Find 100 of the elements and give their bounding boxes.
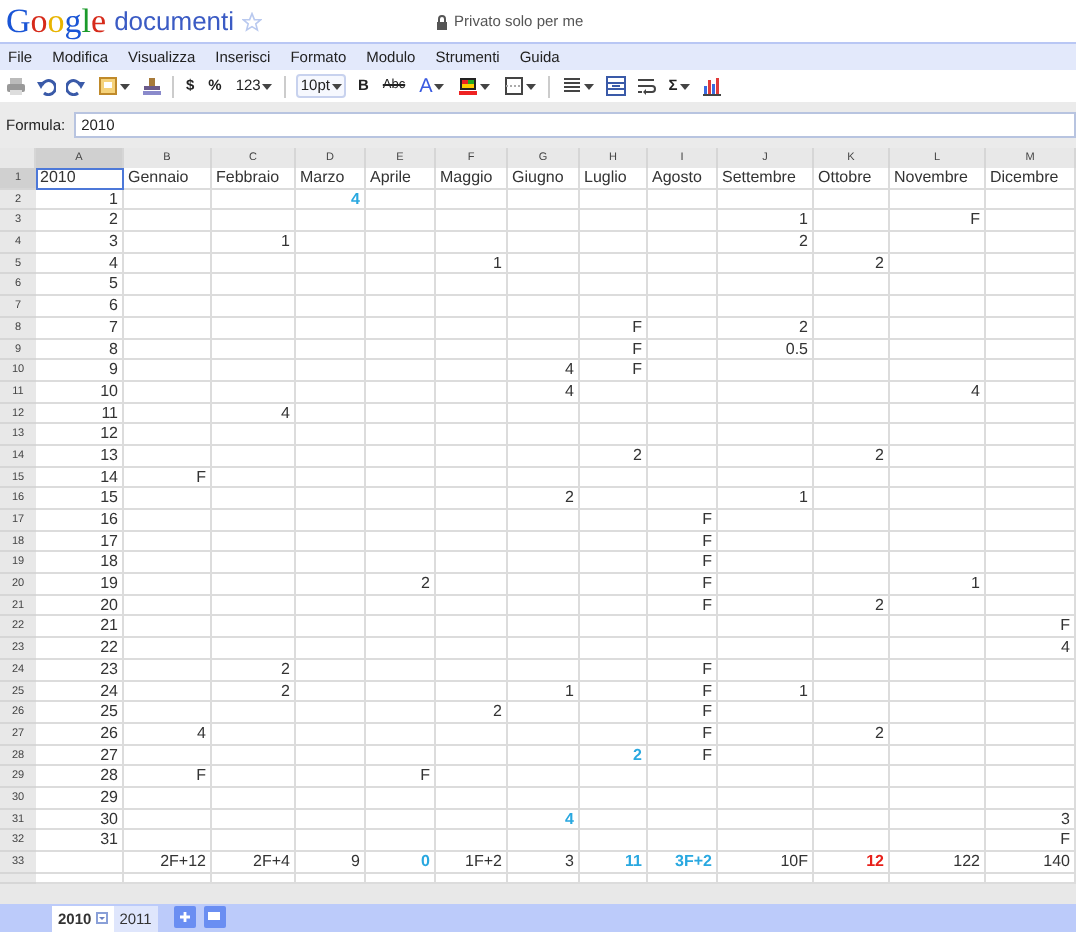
table-cell bbox=[366, 745, 436, 767]
table-cell bbox=[986, 445, 1076, 468]
table-cell: 12 bbox=[814, 852, 890, 874]
table-cell bbox=[814, 210, 890, 233]
table-cell bbox=[296, 595, 366, 617]
table-cell: 4 bbox=[508, 381, 580, 404]
table-cell: F bbox=[366, 766, 436, 788]
borders-icon[interactable] bbox=[504, 76, 525, 96]
table-cell bbox=[212, 787, 296, 810]
table-cell bbox=[580, 595, 648, 617]
table-cell bbox=[580, 253, 648, 275]
table-cell bbox=[814, 339, 890, 361]
table-cell bbox=[986, 488, 1076, 510]
product-name: documenti bbox=[114, 3, 235, 40]
table-cell bbox=[508, 745, 580, 767]
table-cell bbox=[580, 638, 648, 660]
redo-icon[interactable] bbox=[66, 76, 86, 96]
table-cell: F bbox=[648, 745, 718, 767]
table-cell bbox=[436, 787, 508, 810]
table-cell bbox=[814, 189, 890, 211]
table-cell bbox=[580, 403, 648, 425]
table-cell bbox=[436, 766, 508, 788]
caret-icon[interactable] bbox=[679, 83, 690, 89]
clear-format-icon[interactable] bbox=[142, 76, 162, 96]
table-cell bbox=[508, 210, 580, 233]
sheet-list-button[interactable] bbox=[203, 905, 226, 928]
table-cell: 2 bbox=[814, 723, 890, 746]
table-cell bbox=[296, 360, 366, 382]
table-cell bbox=[508, 638, 580, 660]
table-cell bbox=[124, 488, 212, 510]
table-cell bbox=[890, 616, 986, 639]
table-cell bbox=[890, 745, 986, 767]
table-cell bbox=[580, 659, 648, 681]
table-cell bbox=[124, 232, 212, 254]
table-cell bbox=[124, 403, 212, 425]
caret-icon[interactable] bbox=[434, 83, 445, 89]
table-cell bbox=[366, 809, 436, 831]
table-cell bbox=[124, 616, 212, 639]
table-cell bbox=[718, 809, 814, 831]
table-cell bbox=[366, 445, 436, 468]
table-cell bbox=[580, 488, 648, 510]
wrap-text-icon[interactable] bbox=[636, 76, 657, 96]
table-cell bbox=[718, 274, 814, 297]
table-cell bbox=[212, 723, 296, 746]
table-cell: Giugno bbox=[508, 168, 580, 190]
table-cell bbox=[366, 274, 436, 297]
table-cell bbox=[296, 531, 366, 553]
table-cell bbox=[986, 274, 1076, 297]
table-cell bbox=[436, 745, 508, 767]
table-cell bbox=[890, 531, 986, 553]
table-cell: 16 bbox=[36, 510, 124, 532]
table-cell bbox=[718, 360, 814, 382]
table-cell bbox=[814, 809, 890, 831]
table-cell bbox=[648, 339, 718, 361]
caret-icon[interactable] bbox=[584, 83, 595, 89]
table-cell bbox=[718, 445, 814, 468]
chart-icon[interactable] bbox=[701, 76, 722, 96]
table-cell bbox=[814, 403, 890, 425]
print-icon[interactable] bbox=[6, 76, 26, 96]
table-cell bbox=[814, 787, 890, 810]
caret-icon[interactable] bbox=[480, 83, 491, 89]
table-cell bbox=[124, 510, 212, 532]
fill-color-icon[interactable] bbox=[458, 76, 479, 96]
table-cell bbox=[580, 531, 648, 553]
table-cell bbox=[212, 638, 296, 660]
star-icon[interactable] bbox=[242, 11, 263, 31]
add-sheet-button[interactable] bbox=[173, 905, 196, 928]
text-color-button[interactable]: A bbox=[417, 74, 447, 98]
caret-icon[interactable] bbox=[526, 83, 537, 89]
table-cell bbox=[124, 681, 212, 703]
table-cell: 17 bbox=[36, 531, 124, 553]
table-cell bbox=[890, 467, 986, 489]
caret-icon[interactable] bbox=[120, 83, 130, 89]
undo-icon[interactable] bbox=[36, 76, 56, 96]
table-cell bbox=[124, 809, 212, 831]
table-cell bbox=[814, 681, 890, 703]
table-cell bbox=[212, 339, 296, 361]
dropdown-icon[interactable] bbox=[95, 912, 108, 925]
table-cell bbox=[648, 809, 718, 831]
table-cell bbox=[436, 296, 508, 318]
caret-icon[interactable] bbox=[262, 83, 273, 89]
merge-cells-icon[interactable] bbox=[606, 76, 627, 96]
table-cell bbox=[580, 809, 648, 831]
table-cell bbox=[814, 296, 890, 318]
table-cell bbox=[986, 702, 1076, 724]
table-cell bbox=[296, 787, 366, 810]
table-cell bbox=[212, 317, 296, 339]
table-cell: 0.5 bbox=[718, 339, 814, 361]
align-icon[interactable] bbox=[562, 76, 583, 96]
table-cell bbox=[508, 253, 580, 275]
table-cell bbox=[366, 830, 436, 852]
table-cell: 7 bbox=[36, 317, 124, 339]
caret-icon[interactable] bbox=[331, 83, 342, 89]
table-cell: 1F+2 bbox=[436, 852, 508, 874]
table-cell bbox=[296, 467, 366, 489]
table-cell: 25 bbox=[36, 702, 124, 724]
table-cell: F bbox=[580, 339, 648, 361]
table-cell bbox=[508, 574, 580, 596]
table-cell bbox=[814, 232, 890, 254]
table-cell bbox=[212, 445, 296, 468]
